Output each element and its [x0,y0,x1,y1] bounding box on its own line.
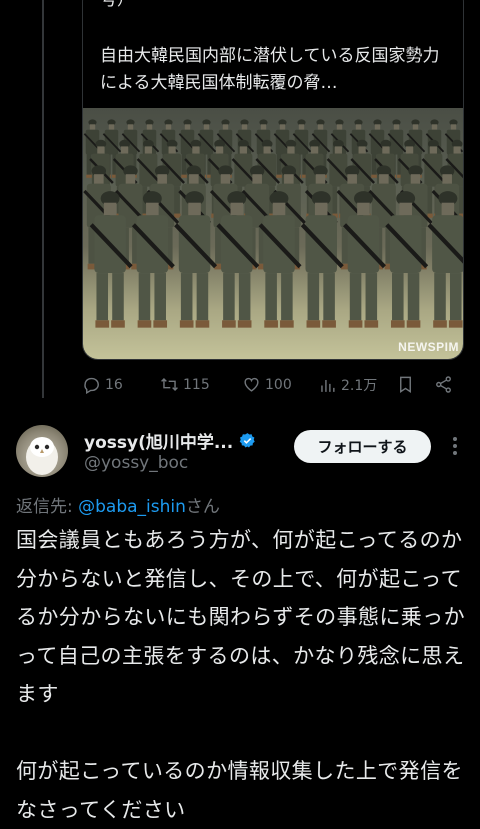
reply-to-suffix: さん [185,497,220,517]
retweet-button[interactable]: 115 [160,375,210,394]
newspim-watermark: NEWSPIM [398,340,459,354]
soldier-figure [174,191,218,328]
author-handle[interactable]: @yossy_boc [84,453,188,473]
reply-to-line: 返信先: @baba_ishinさん [16,492,220,517]
retweet-icon [161,377,178,392]
share-button[interactable] [434,375,453,394]
avatar[interactable] [16,425,68,477]
owl-avatar-icon [26,437,58,475]
quoted-tweet-text-top: 号） [100,0,134,10]
bookmark-icon [400,376,411,393]
views-count: 2.1万 [341,378,378,394]
reply-icon [84,377,99,394]
retweet-count: 115 [183,376,210,393]
share-icon [436,376,451,393]
like-count: 100 [265,376,292,393]
reply-to-prefix: 返信先: [16,497,79,517]
bookmark-button[interactable] [396,375,415,394]
views-button[interactable]: 2.1万 [318,375,377,395]
quoted-tweet-text-body: 自由大韓民国内部に潜伏している反国家勢力による大韓民国体制転覆の脅… [100,46,440,93]
soldiers-photo [83,119,463,328]
tweet-body-text: 国会議員ともあろう方が、何が起こってるのか分からないと発信し、その上で、何が起こ… [16,528,465,822]
display-name[interactable]: yossy(旭川中学... [84,428,233,453]
thread-line [42,0,44,398]
more-options-icon[interactable] [446,433,464,459]
reply-count: 16 [105,376,123,393]
like-icon [244,377,259,392]
views-icon [321,379,335,392]
tweet-actions-bar: 16 115 100 2.1万 [82,375,464,397]
quoted-tweet-photo[interactable]: NEWSPIM [83,108,463,359]
verified-badge-icon [239,433,255,448]
watermark-text: NEWSPIM [398,340,459,354]
like-button[interactable]: 100 [242,375,292,394]
quoted-tweet-card[interactable]: 号） 自由大韓民国内部に潜伏している反国家勢力による大韓民国体制転覆の脅… NE… [82,0,464,360]
reply-mention-link[interactable]: @baba_ishin [78,497,186,517]
author-name-line: yossy(旭川中学... [84,428,256,453]
reply-button[interactable]: 16 [82,375,123,394]
follow-button[interactable]: フォローする [294,430,431,463]
